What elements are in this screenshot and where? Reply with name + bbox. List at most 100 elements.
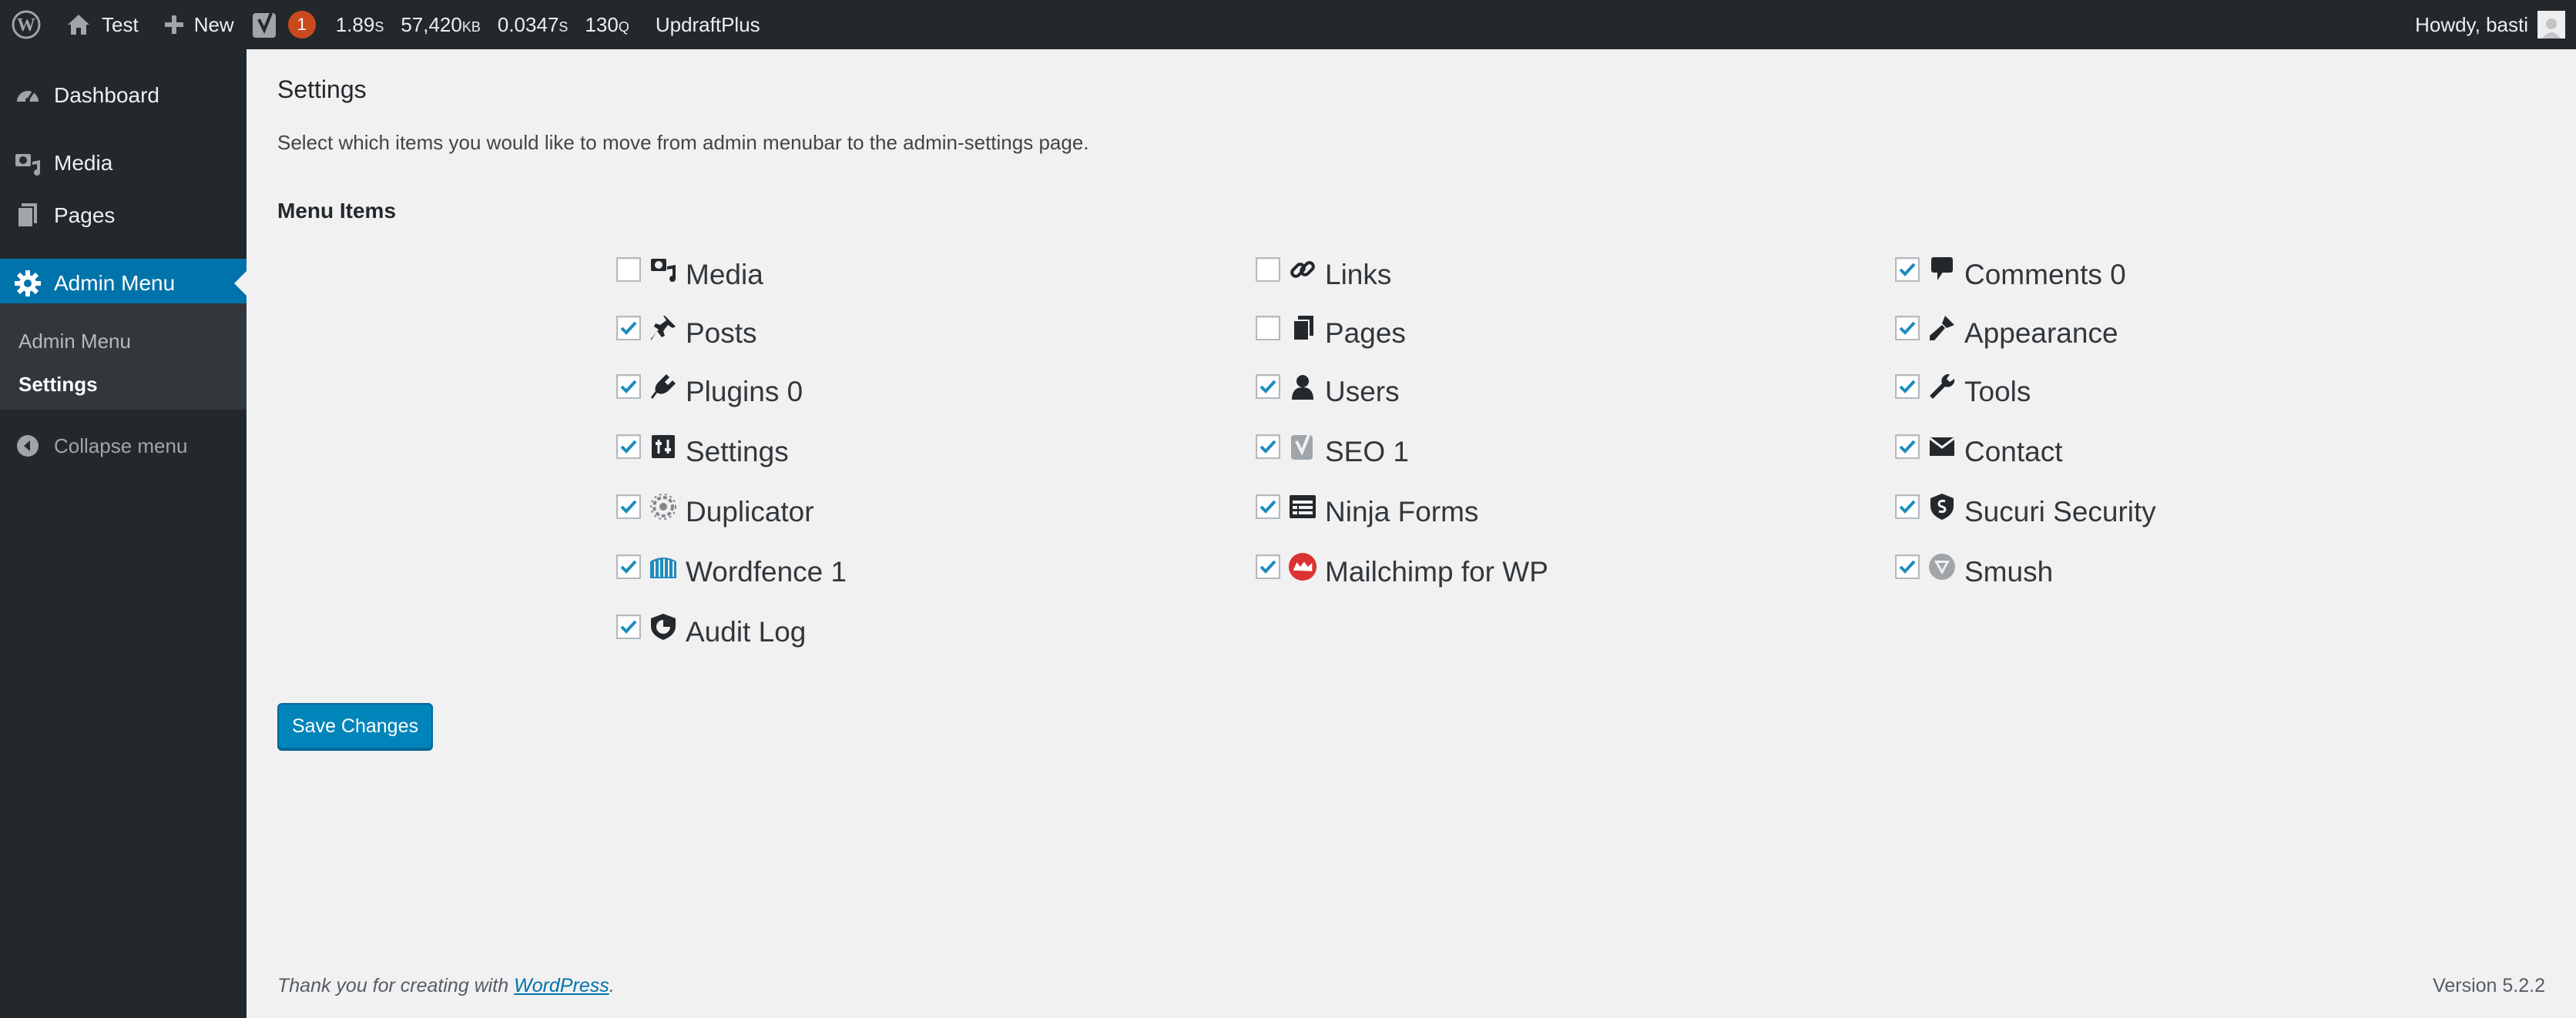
sidebar-item-label: Admin Menu	[54, 271, 176, 295]
ninja-forms-icon	[1288, 492, 1317, 521]
option-label: Sucuri Security	[1964, 496, 2156, 527]
checkbox[interactable]	[616, 316, 641, 340]
wordpress-link[interactable]: WordPress	[514, 975, 609, 996]
svg-text:W: W	[17, 15, 35, 35]
option-contact[interactable]: Contact	[1895, 434, 2063, 468]
checkbox[interactable]	[616, 614, 641, 639]
updraftplus-label: UpdraftPlus	[655, 12, 760, 36]
checkbox[interactable]	[1256, 374, 1280, 399]
option-plugins[interactable]: Plugins 0	[616, 374, 803, 408]
query-monitor-link[interactable]: 1.89S 57,420KB 0.0347S 130Q	[327, 0, 640, 49]
new-content-link[interactable]: New	[149, 0, 245, 49]
option-audit-log[interactable]: Audit Log	[616, 614, 807, 648]
option-seo[interactable]: SEO 1	[1256, 434, 1409, 468]
new-label: New	[193, 12, 234, 36]
option-pages[interactable]: Pages	[1256, 316, 1406, 350]
option-tools[interactable]: Tools	[1895, 373, 2031, 408]
checkbox[interactable]	[616, 554, 641, 579]
option-duplicator[interactable]: Duplicator	[616, 494, 814, 528]
settings-icon	[649, 432, 678, 461]
checkbox[interactable]	[616, 434, 641, 459]
option-appearance[interactable]: Appearance	[1895, 316, 2118, 350]
footer-thanks-suffix: .	[609, 975, 615, 996]
user-account-menu[interactable]: Howdy, basti	[2415, 0, 2576, 49]
sidebar-item-dashboard[interactable]: Dashboard	[0, 72, 247, 119]
home-icon	[66, 13, 91, 36]
pages-icon	[12, 200, 43, 231]
link-icon	[1288, 255, 1317, 284]
option-label: Contact	[1964, 436, 2063, 467]
current-page-arrow	[234, 271, 247, 296]
checkbox[interactable]	[1256, 494, 1280, 519]
yoast-icon	[1288, 432, 1317, 461]
checkbox[interactable]	[616, 257, 641, 282]
wordpress-logo-icon[interactable]: W	[0, 0, 52, 49]
updraftplus-link[interactable]: UpdraftPlus	[640, 0, 771, 49]
option-label: Plugins 0	[686, 376, 803, 407]
seo-menu[interactable]: 1	[245, 0, 327, 49]
sucuri-icon	[1927, 492, 1957, 521]
option-users[interactable]: Users	[1256, 374, 1400, 408]
checkbox[interactable]	[616, 374, 641, 399]
sidebar-item-label: Dashboard	[54, 83, 159, 107]
envelope-icon	[1927, 432, 1957, 461]
checkbox[interactable]	[1895, 316, 1920, 340]
checkbox[interactable]	[1895, 554, 1920, 579]
checkbox[interactable]	[1895, 374, 1920, 399]
footer-thanks-prefix: Thank you for creating with	[277, 975, 515, 996]
option-label: Wordfence 1	[686, 556, 847, 588]
plus-icon	[163, 14, 185, 35]
admin-menu-submenu: Admin Menu Settings	[0, 303, 247, 410]
sidebar-item-media[interactable]: Media	[0, 140, 247, 186]
option-links[interactable]: Links	[1256, 257, 1392, 291]
howdy-text: Howdy, basti	[2415, 12, 2528, 36]
dashboard-icon	[12, 80, 43, 111]
checkbox[interactable]	[1256, 554, 1280, 579]
menu-items-label: Menu Items	[277, 199, 397, 223]
option-posts[interactable]: Posts	[616, 316, 757, 350]
wrench-icon	[1927, 372, 1957, 401]
media-icon	[12, 148, 43, 179]
sidebar-item-label: Media	[54, 151, 113, 175]
option-sucuri-security[interactable]: Sucuri Security	[1895, 494, 2156, 528]
checkbox[interactable]	[1895, 494, 1920, 519]
seo-notification-badge: 1	[287, 11, 316, 39]
audit-log-icon	[649, 612, 678, 641]
option-comments[interactable]: Comments 0	[1895, 257, 2126, 291]
option-media[interactable]: Media	[616, 257, 763, 291]
option-settings[interactable]: Settings	[616, 434, 789, 468]
option-label: Audit Log	[686, 616, 807, 648]
collapse-menu-button[interactable]: Collapse menu	[0, 427, 247, 465]
media-icon	[649, 255, 678, 284]
duplicator-icon	[649, 492, 678, 521]
checkbox[interactable]	[1895, 257, 1920, 282]
option-label: Settings	[686, 436, 789, 467]
option-label: Links	[1325, 259, 1392, 290]
option-smush[interactable]: Smush	[1895, 554, 2053, 588]
option-label: Comments 0	[1964, 259, 2126, 290]
wordfence-icon	[649, 552, 678, 581]
option-label: Appearance	[1964, 317, 2118, 349]
site-name-link[interactable]: Test	[52, 0, 149, 49]
checkbox[interactable]	[616, 494, 641, 519]
save-changes-button[interactable]: Save Changes	[277, 703, 433, 749]
page-title: Settings	[277, 75, 367, 103]
option-label: Media	[686, 259, 763, 290]
checkbox[interactable]	[1256, 257, 1280, 282]
option-mailchimp[interactable]: Mailchimp for WP	[1256, 552, 1548, 588]
checkbox[interactable]	[1256, 434, 1280, 459]
checkbox[interactable]	[1895, 434, 1920, 459]
plugin-icon	[649, 372, 678, 401]
sidebar-item-admin-menu[interactable]: Admin Menu	[0, 259, 247, 308]
checkbox[interactable]	[1256, 316, 1280, 340]
sidebar-item-pages[interactable]: Pages	[0, 193, 247, 239]
submenu-item-admin-menu[interactable]: Admin Menu	[18, 330, 131, 353]
submenu-item-settings[interactable]: Settings	[18, 373, 98, 397]
memory-usage: 57,420KB	[401, 12, 481, 36]
yoast-icon	[251, 10, 279, 39]
option-wordfence[interactable]: Wordfence 1	[616, 554, 847, 588]
mailchimp-icon	[1288, 552, 1317, 581]
smush-icon	[1927, 552, 1957, 581]
main-content: Settings Select which items you would li…	[247, 49, 2576, 1018]
option-ninja-forms[interactable]: Ninja Forms	[1256, 494, 1478, 528]
